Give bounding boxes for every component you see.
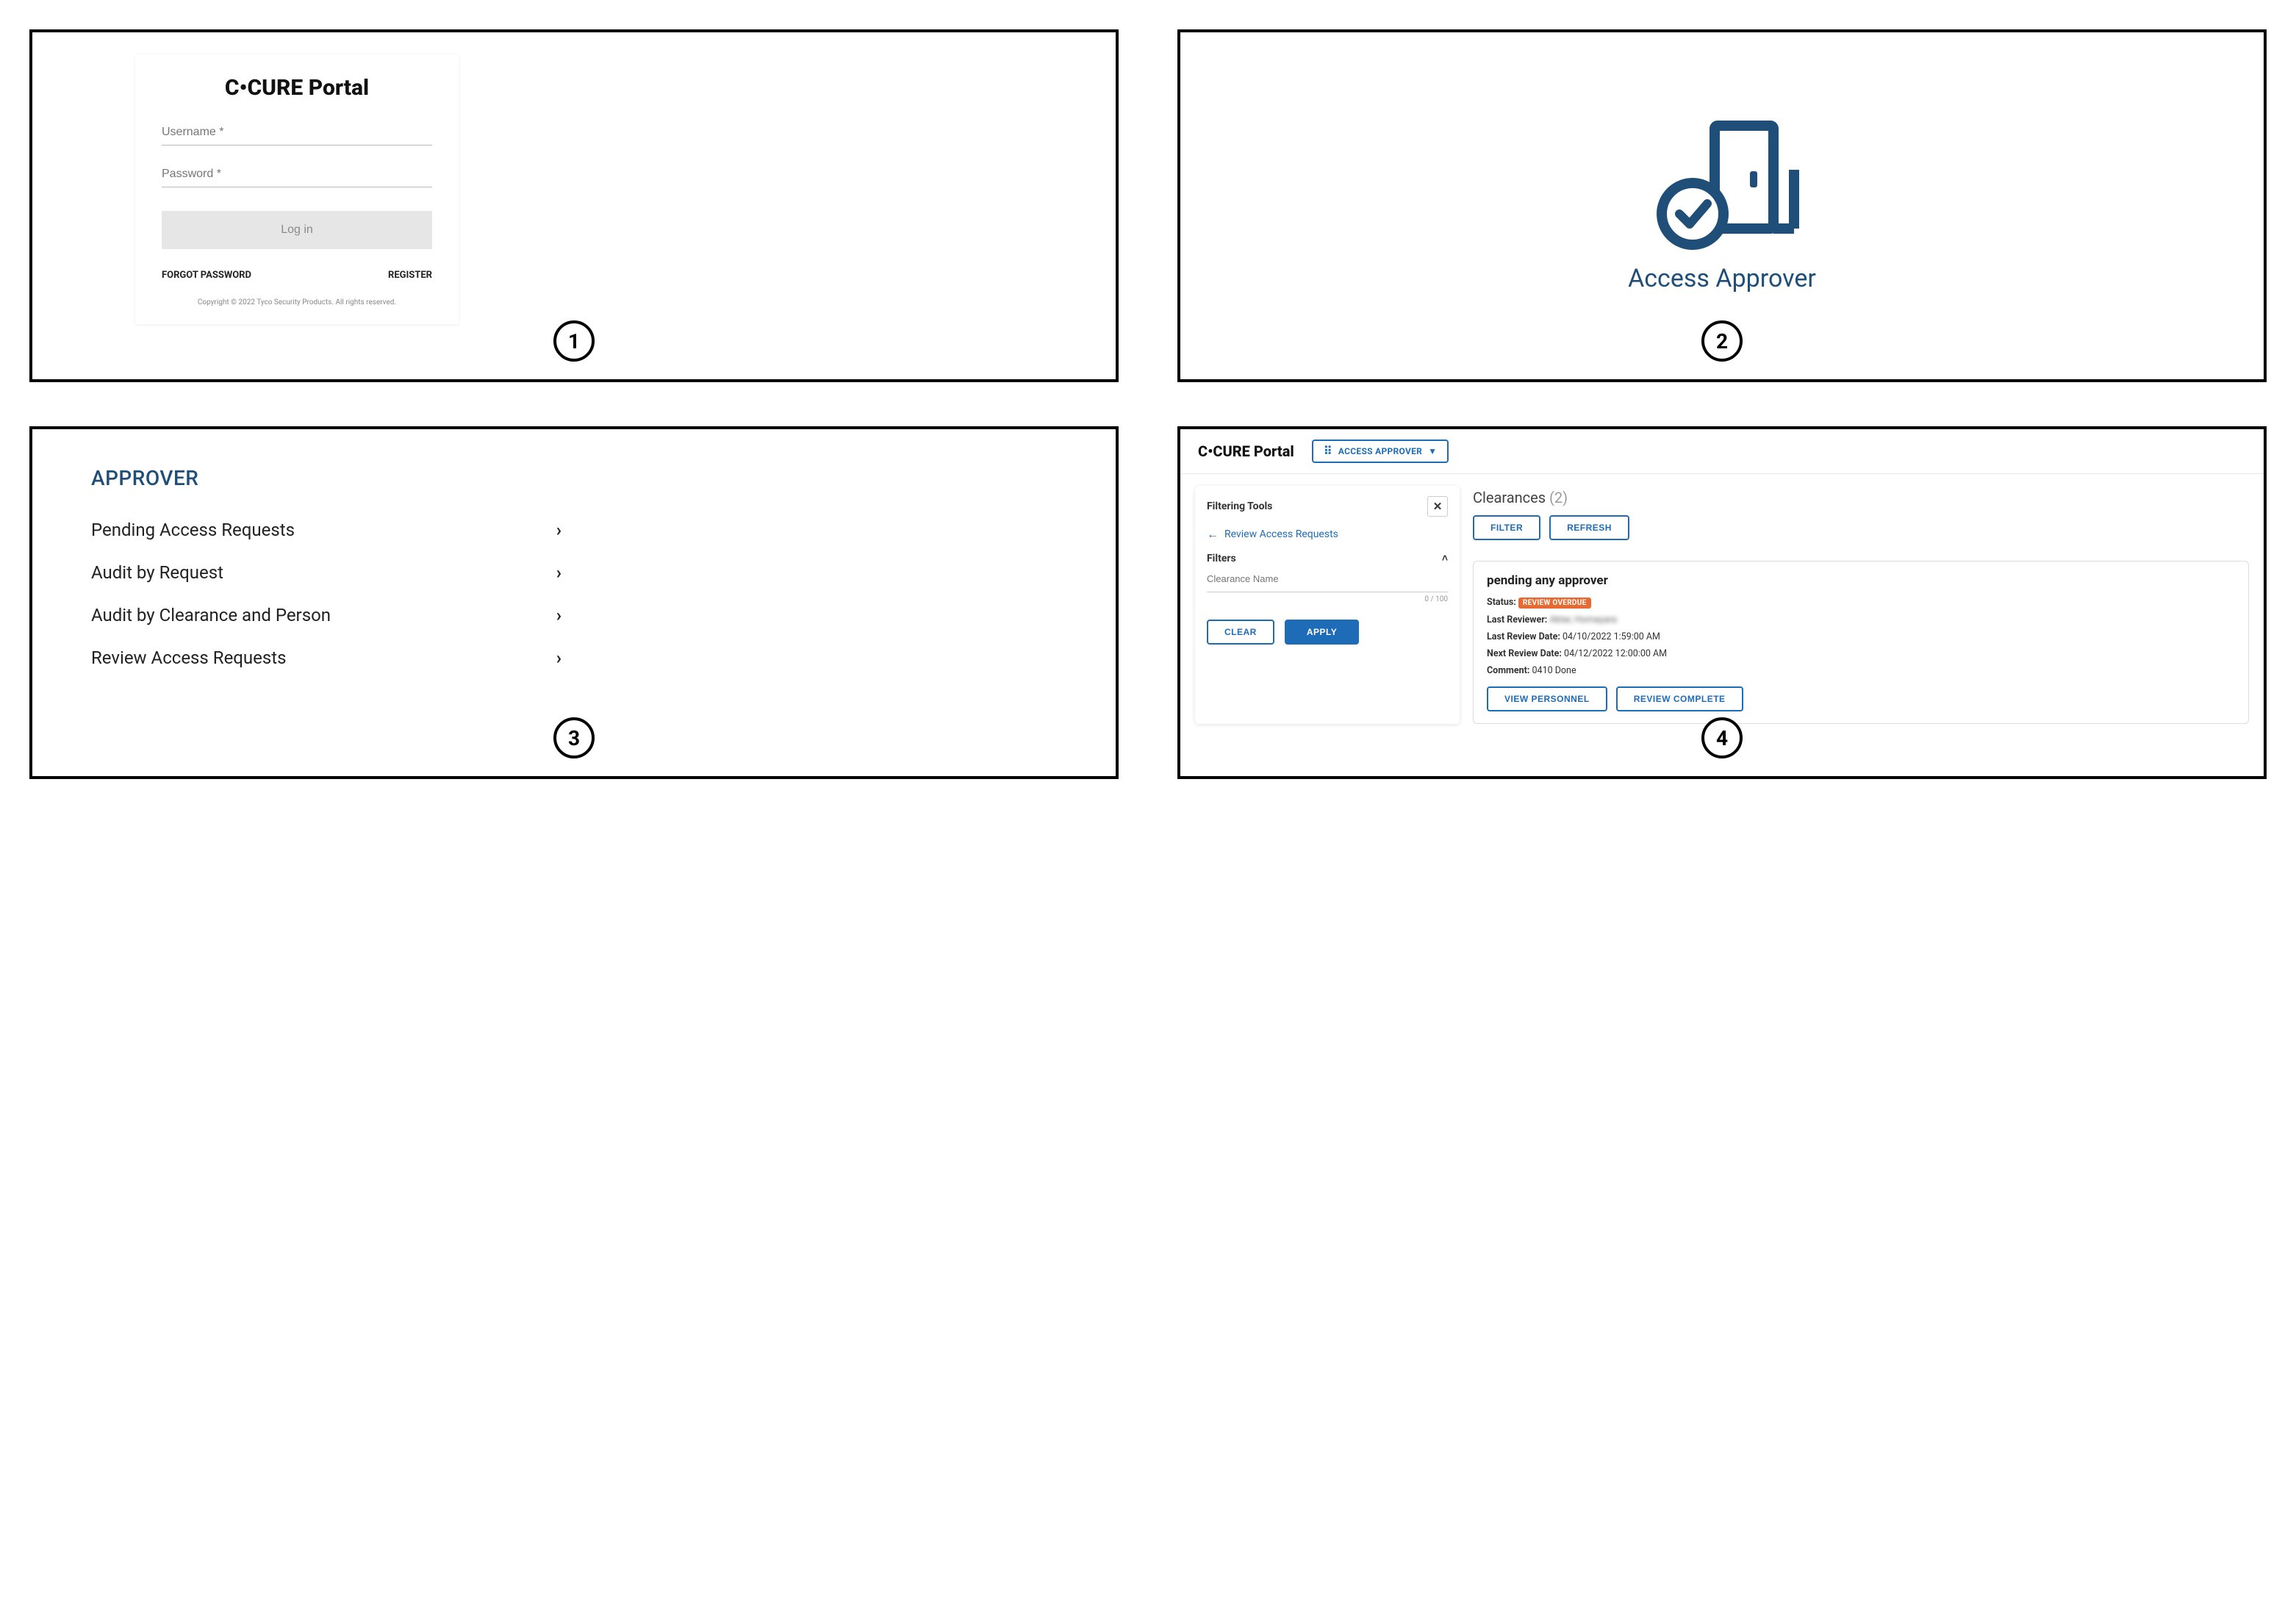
reviewer-value: Akter, Homayara [1549, 614, 1616, 625]
login-button[interactable]: Log in [162, 211, 432, 249]
card-actions: VIEW PERSONNEL REVIEW COMPLETE [1487, 686, 2235, 711]
reviewer-row: Last Reviewer: Akter, Homayara [1487, 614, 2235, 625]
filter-title: Filtering Tools [1207, 501, 1272, 512]
brand-title: C•CURE Portal [1198, 442, 1294, 460]
menu-item-review-access-requests[interactable]: Review Access Requests › [91, 647, 562, 668]
step-badge-4: 4 [1701, 717, 1743, 758]
panel-grid: C•CURE Portal Log in FORGOT PASSWORD REG… [29, 29, 2267, 779]
panel-login: C•CURE Portal Log in FORGOT PASSWORD REG… [29, 29, 1119, 382]
login-links: FORGOT PASSWORD REGISTER [162, 270, 432, 281]
menu-item-audit-by-request[interactable]: Audit by Request › [91, 562, 562, 583]
approver-menu-list: Pending Access Requests › Audit by Reque… [91, 520, 1057, 668]
clearance-name-input[interactable] [1207, 570, 1448, 587]
char-counter: 0 / 100 [1207, 595, 1448, 603]
door-check-icon [1634, 118, 1810, 251]
login-wrap: C•CURE Portal Log in FORGOT PASSWORD REG… [135, 54, 1101, 324]
chevron-right-icon: › [556, 520, 562, 540]
mode-label: ACCESS APPROVER [1338, 446, 1422, 456]
menu-item-label: Audit by Request [91, 562, 223, 583]
apply-button[interactable]: APPLY [1285, 620, 1359, 645]
next-review-row: Next Review Date: 04/12/2022 12:00:00 AM [1487, 648, 2235, 659]
filters-section-header: Filters ˄ [1207, 552, 1448, 564]
last-review-label: Last Review Date: [1487, 631, 1560, 642]
chevron-right-icon: › [556, 605, 562, 625]
refresh-button[interactable]: REFRESH [1549, 515, 1629, 540]
review-complete-button[interactable]: REVIEW COMPLETE [1616, 686, 1743, 711]
last-review-value: 04/10/2022 1:59:00 AM [1563, 631, 1660, 642]
register-link[interactable]: REGISTER [388, 270, 432, 281]
next-review-label: Next Review Date: [1487, 648, 1562, 659]
portal-shell: C•CURE Portal ⠿ ACCESS APPROVER ▼ Filter… [1180, 429, 2264, 724]
mode-selector[interactable]: ⠿ ACCESS APPROVER ▼ [1312, 440, 1449, 463]
view-personnel-button[interactable]: VIEW PERSONNEL [1487, 686, 1607, 711]
clearance-name-field-wrap [1207, 570, 1448, 592]
step-badge-3: 3 [553, 717, 595, 758]
chevron-right-icon: › [556, 647, 562, 668]
reviewer-label: Last Reviewer: [1487, 614, 1547, 625]
username-input[interactable] [162, 121, 432, 146]
breadcrumb-label: Review Access Requests [1224, 528, 1338, 540]
password-field-wrap [162, 163, 432, 187]
menu-item-label: Audit by Clearance and Person [91, 605, 331, 625]
panel-approver-menu: APPROVER Pending Access Requests › Audit… [29, 426, 1119, 779]
filter-actions: CLEAR APPLY [1207, 620, 1448, 645]
clearance-card-title: pending any approver [1487, 573, 2235, 588]
chevron-up-icon[interactable]: ˄ [1442, 552, 1448, 564]
close-icon[interactable]: ✕ [1427, 496, 1448, 517]
menu-item-pending-access-requests[interactable]: Pending Access Requests › [91, 520, 562, 540]
step-badge-1: 1 [553, 320, 595, 362]
copyright-text: Copyright © 2022 Tyco Security Products.… [162, 298, 432, 306]
menu-item-audit-by-clearance-person[interactable]: Audit by Clearance and Person › [91, 605, 562, 625]
filter-breadcrumb[interactable]: ← Review Access Requests [1207, 527, 1448, 542]
step-badge-2: 2 [1701, 320, 1743, 362]
menu-item-label: Pending Access Requests [91, 520, 295, 540]
access-approver-label: Access Approver [1628, 264, 1816, 293]
status-label: Status: [1487, 597, 1516, 608]
topbar: C•CURE Portal ⠿ ACCESS APPROVER ▼ [1180, 429, 2264, 474]
access-approver-wrap[interactable]: Access Approver [1195, 47, 2249, 365]
next-review-value: 04/12/2022 12:00:00 AM [1564, 648, 1667, 659]
comment-label: Comment: [1487, 665, 1529, 676]
clearances-heading-text: Clearances [1473, 489, 1546, 506]
username-field-wrap [162, 121, 432, 146]
chevron-right-icon: › [556, 562, 562, 583]
forgot-password-link[interactable]: FORGOT PASSWORD [162, 270, 251, 281]
comment-row: Comment: 0410 Done [1487, 665, 2235, 676]
menu-item-label: Review Access Requests [91, 647, 287, 668]
login-card: C•CURE Portal Log in FORGOT PASSWORD REG… [135, 54, 459, 324]
caret-down-icon: ▼ [1428, 446, 1437, 456]
comment-value: 0410 Done [1532, 665, 1576, 676]
filter-header: Filtering Tools ✕ [1207, 496, 1448, 517]
main-column: Clearances (2) FILTER REFRESH pending an… [1473, 486, 2249, 724]
panel-portal-shell: C•CURE Portal ⠿ ACCESS APPROVER ▼ Filter… [1177, 426, 2267, 779]
filter-button[interactable]: FILTER [1473, 515, 1540, 540]
password-input[interactable] [162, 163, 432, 187]
clear-button[interactable]: CLEAR [1207, 620, 1274, 645]
approver-menu-wrap: APPROVER Pending Access Requests › Audit… [47, 444, 1101, 668]
arrow-left-icon: ← [1207, 527, 1219, 542]
login-title: C•CURE Portal [162, 75, 432, 101]
approver-heading: APPROVER [91, 466, 1057, 490]
filtering-tools-panel: Filtering Tools ✕ ← Review Access Reques… [1195, 486, 1460, 724]
last-review-row: Last Review Date: 04/10/2022 1:59:00 AM [1487, 631, 2235, 642]
clearances-count: (2) [1549, 489, 1568, 506]
status-badge: REVIEW OVERDUE [1518, 598, 1591, 609]
clearances-heading: Clearances (2) [1473, 489, 2249, 506]
status-row: Status: REVIEW OVERDUE [1487, 597, 2235, 609]
panel-access-approver-tile: Access Approver 2 [1177, 29, 2267, 382]
clearances-actions: FILTER REFRESH [1473, 515, 2249, 540]
clearance-card: pending any approver Status: REVIEW OVER… [1473, 561, 2249, 724]
apps-grid-icon: ⠿ [1324, 445, 1332, 457]
portal-body: Filtering Tools ✕ ← Review Access Reques… [1180, 474, 2264, 724]
filters-section-label: Filters [1207, 553, 1236, 564]
